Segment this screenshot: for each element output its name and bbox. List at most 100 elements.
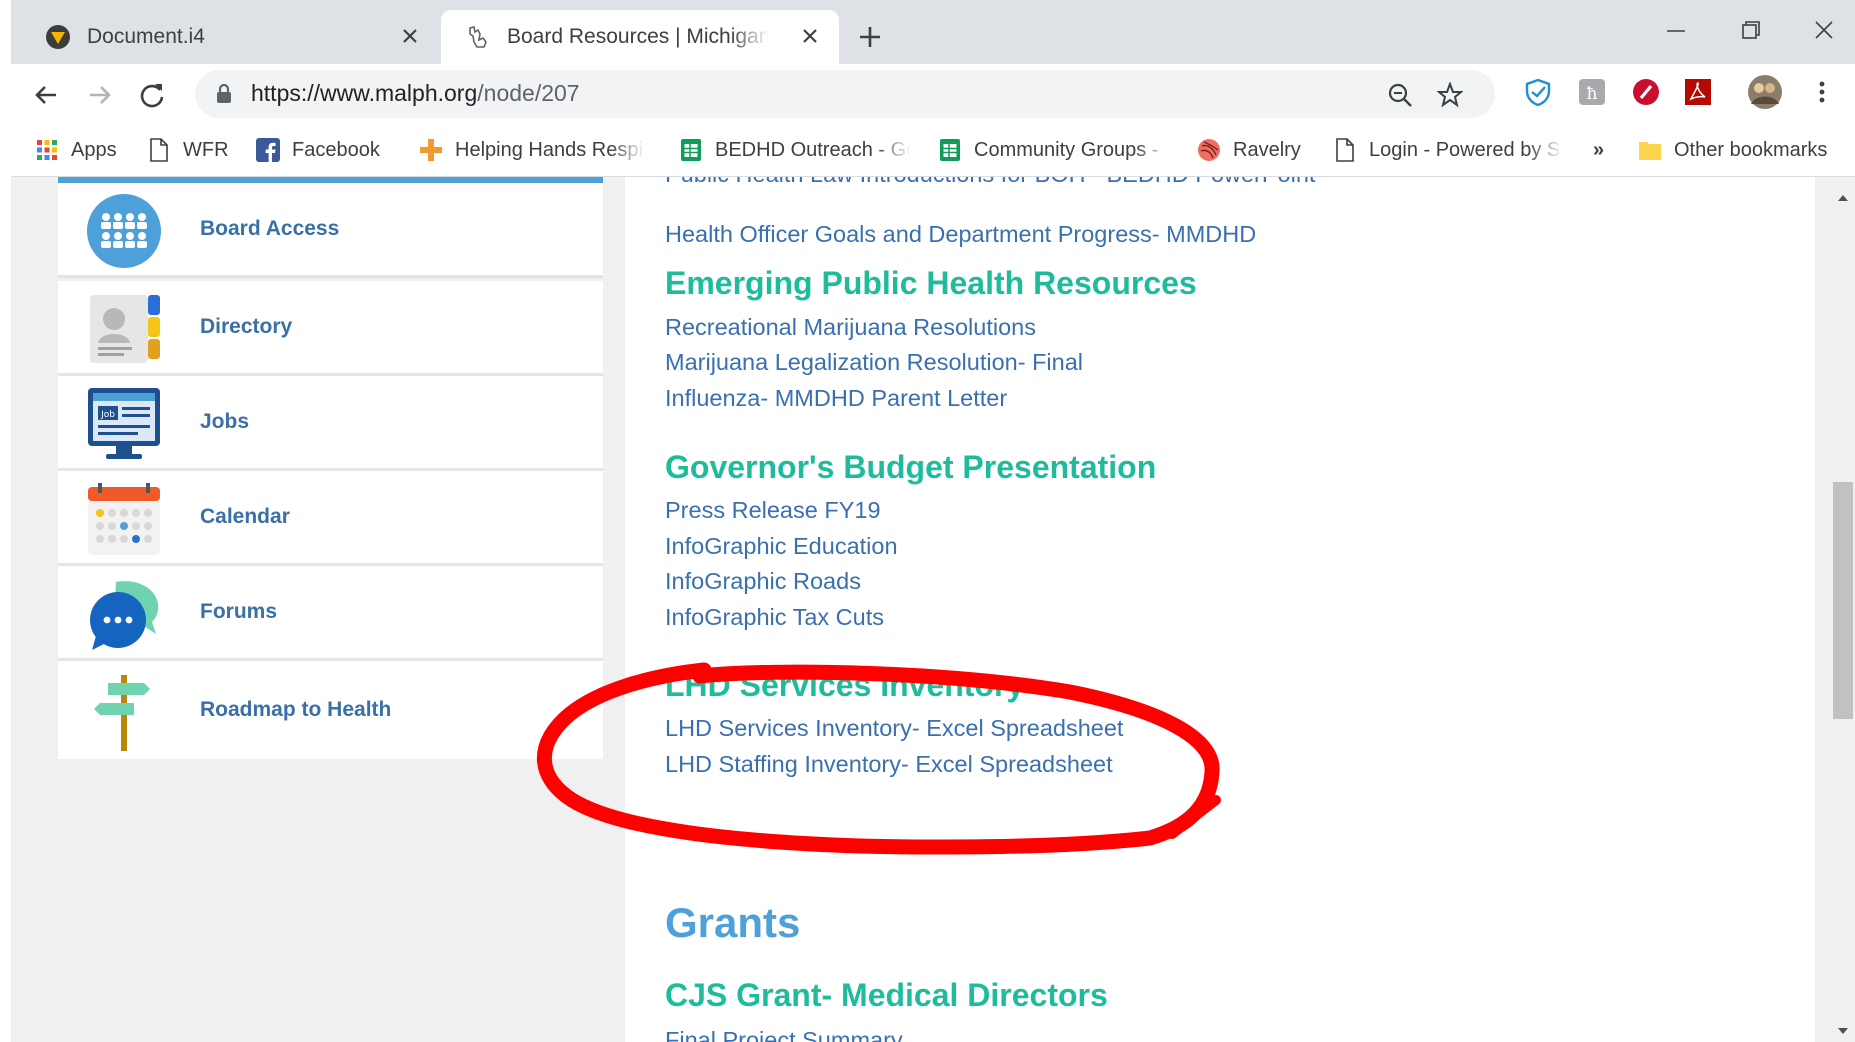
- bookmark-helping-hands[interactable]: Helping Hands Respite: [419, 134, 645, 166]
- shield-extension-icon[interactable]: [1523, 77, 1553, 107]
- resource-link[interactable]: Press Release FY19: [665, 497, 881, 524]
- bookmark-label: Apps: [71, 138, 117, 161]
- directory-icon: [86, 291, 162, 367]
- document-favicon-icon: [45, 24, 71, 50]
- section-heading: Governor's Budget Presentation: [665, 449, 1157, 485]
- bookmark-label: BEDHD Outreach - Google: [715, 138, 911, 161]
- resource-link[interactable]: Recreational Marijuana Resolutions: [665, 314, 1036, 341]
- orange-cross-icon: [419, 138, 443, 162]
- reload-icon[interactable]: [135, 78, 169, 112]
- page-viewport: Board Access Directory Job Jobs Calendar…: [11, 177, 1855, 1042]
- resource-link[interactable]: Public Health Law Introductions for BOH …: [665, 177, 1315, 188]
- lock-icon[interactable]: [215, 83, 233, 110]
- bookmark-label: Community Groups -: [974, 138, 1159, 161]
- page-icon: [147, 138, 171, 162]
- sidebar-item-label: Forums: [200, 600, 278, 623]
- tab-strip: Document.i4 Board Resources | Michigan A…: [11, 0, 1855, 64]
- sidebar-item-label: Jobs: [200, 410, 250, 433]
- back-arrow-icon[interactable]: [29, 78, 63, 112]
- bookmark-other-bookmarks[interactable]: Other bookmarks: [1638, 134, 1827, 166]
- resource-link[interactable]: LHD Staffing Inventory- Excel Spreadshee…: [665, 751, 1113, 778]
- resource-link[interactable]: Final Project Summary: [665, 1027, 903, 1042]
- tab-title: Board Resources | Michigan Association: [507, 25, 769, 48]
- section-heading: CJS Grant- Medical Directors: [665, 977, 1108, 1013]
- sheets-icon: [938, 138, 962, 162]
- sidebar-item-label: Roadmap to Health: [200, 698, 392, 721]
- folder-icon: [1638, 138, 1662, 162]
- zoom-icon[interactable]: [1387, 82, 1413, 108]
- url-host: https://www.malph.org: [251, 80, 478, 106]
- sidebar-item-board-access[interactable]: Board Access: [58, 183, 603, 278]
- bookmark-apps[interactable]: Apps: [35, 134, 117, 166]
- sidebar-item-label: Board Access: [200, 217, 340, 240]
- resource-link[interactable]: InfoGraphic Roads: [665, 568, 861, 595]
- bookmark-label: Ravelry: [1233, 138, 1301, 161]
- page-icon: [1333, 138, 1357, 162]
- bookmark-label: Helping Hands Respite: [455, 138, 645, 161]
- url-text[interactable]: https://www.malph.org/node/207: [251, 80, 580, 107]
- bookmarks-bar: Apps WFR Facebook Helping Hands Respite …: [11, 126, 1855, 177]
- sidebar-item-roadmap-to-health[interactable]: Roadmap to Health: [58, 661, 603, 759]
- bookmark-label: Other bookmarks: [1674, 138, 1828, 161]
- svg-text:Job: Job: [100, 410, 115, 420]
- michigan-favicon-icon: [465, 24, 491, 50]
- section-heading: Emerging Public Health Resources: [665, 265, 1197, 301]
- forums-chat-icon: [86, 576, 162, 652]
- bookmark-login[interactable]: Login - Powered by S: [1333, 134, 1563, 166]
- tab-board-resources[interactable]: Board Resources | Michigan Association: [441, 10, 839, 64]
- bookmark-wfr[interactable]: WFR: [147, 134, 229, 166]
- menu-kebab-icon[interactable]: [1807, 77, 1837, 107]
- minimize-icon[interactable]: [1659, 16, 1693, 46]
- resource-link[interactable]: Influenza- MMDHD Parent Letter: [665, 385, 1007, 412]
- scrollbar-thumb[interactable]: [1833, 482, 1853, 719]
- adobe-pdf-extension-icon[interactable]: [1683, 77, 1713, 107]
- scroll-down-arrow-icon[interactable]: [1837, 1022, 1849, 1040]
- sidebar-item-label: Directory: [200, 315, 293, 338]
- bookmark-label: WFR: [183, 138, 229, 161]
- bookmark-community-groups[interactable]: Community Groups -: [938, 134, 1170, 166]
- resource-link[interactable]: InfoGraphic Education: [665, 533, 898, 560]
- sidebar-item-forums[interactable]: Forums: [58, 566, 603, 661]
- resource-link[interactable]: LHD Services Inventory- Excel Spreadshee…: [665, 715, 1123, 742]
- apps-grid-icon: [35, 138, 59, 162]
- lastpass-extension-icon[interactable]: [1631, 77, 1661, 107]
- toolbar: https://www.malph.org/node/207 ħ: [11, 64, 1855, 126]
- restore-icon[interactable]: [1733, 16, 1767, 46]
- bookmark-facebook[interactable]: Facebook: [256, 134, 380, 166]
- bookmark-star-icon[interactable]: [1436, 81, 1464, 108]
- close-tab-icon[interactable]: [399, 25, 421, 47]
- new-tab-icon[interactable]: [853, 20, 887, 54]
- resource-link[interactable]: Health Officer Goals and Department Prog…: [665, 221, 1256, 248]
- svg-text:ħ: ħ: [1587, 84, 1598, 104]
- address-bar[interactable]: https://www.malph.org/node/207: [195, 70, 1495, 118]
- tab-title: Document.i4: [87, 25, 205, 48]
- bookmark-label: Login - Powered by S: [1369, 138, 1561, 161]
- sidebar-item-calendar[interactable]: Calendar: [58, 471, 603, 566]
- board-access-icon: [86, 193, 162, 269]
- resource-link[interactable]: Marijuana Legalization Resolution- Final: [665, 349, 1083, 376]
- bookmarks-overflow-button[interactable]: »: [1593, 134, 1604, 166]
- url-path: /node/207: [477, 80, 580, 106]
- sidebar-item-directory[interactable]: Directory: [58, 281, 603, 376]
- profile-avatar[interactable]: [1747, 74, 1783, 110]
- main-content: Public Health Law Introductions for BOH …: [625, 177, 1815, 1042]
- jobs-monitor-icon: Job: [86, 386, 162, 462]
- close-tab-icon[interactable]: [799, 25, 821, 47]
- bookmark-ravelry[interactable]: Ravelry: [1197, 134, 1301, 166]
- forward-arrow-icon[interactable]: [83, 78, 117, 112]
- browser-window: Document.i4 Board Resources | Michigan A…: [11, 0, 1855, 1042]
- hkey-extension-icon[interactable]: ħ: [1577, 77, 1607, 107]
- ravelry-icon: [1197, 138, 1221, 162]
- section-heading: LHD Services Inventory: [665, 667, 1025, 703]
- calendar-icon: [86, 481, 162, 557]
- close-window-icon[interactable]: [1807, 16, 1841, 46]
- page-scrollbar[interactable]: [1831, 177, 1855, 1042]
- grants-heading: Grants: [665, 899, 801, 946]
- scroll-up-arrow-icon[interactable]: [1837, 189, 1849, 207]
- sidebar-item-jobs[interactable]: Job Jobs: [58, 376, 603, 471]
- resource-link[interactable]: InfoGraphic Tax Cuts: [665, 604, 884, 631]
- bookmark-label: Facebook: [292, 138, 380, 161]
- facebook-icon: [256, 138, 280, 162]
- tab-document[interactable]: Document.i4: [21, 10, 439, 64]
- bookmark-bedhd-outreach[interactable]: BEDHD Outreach - Google: [679, 134, 911, 166]
